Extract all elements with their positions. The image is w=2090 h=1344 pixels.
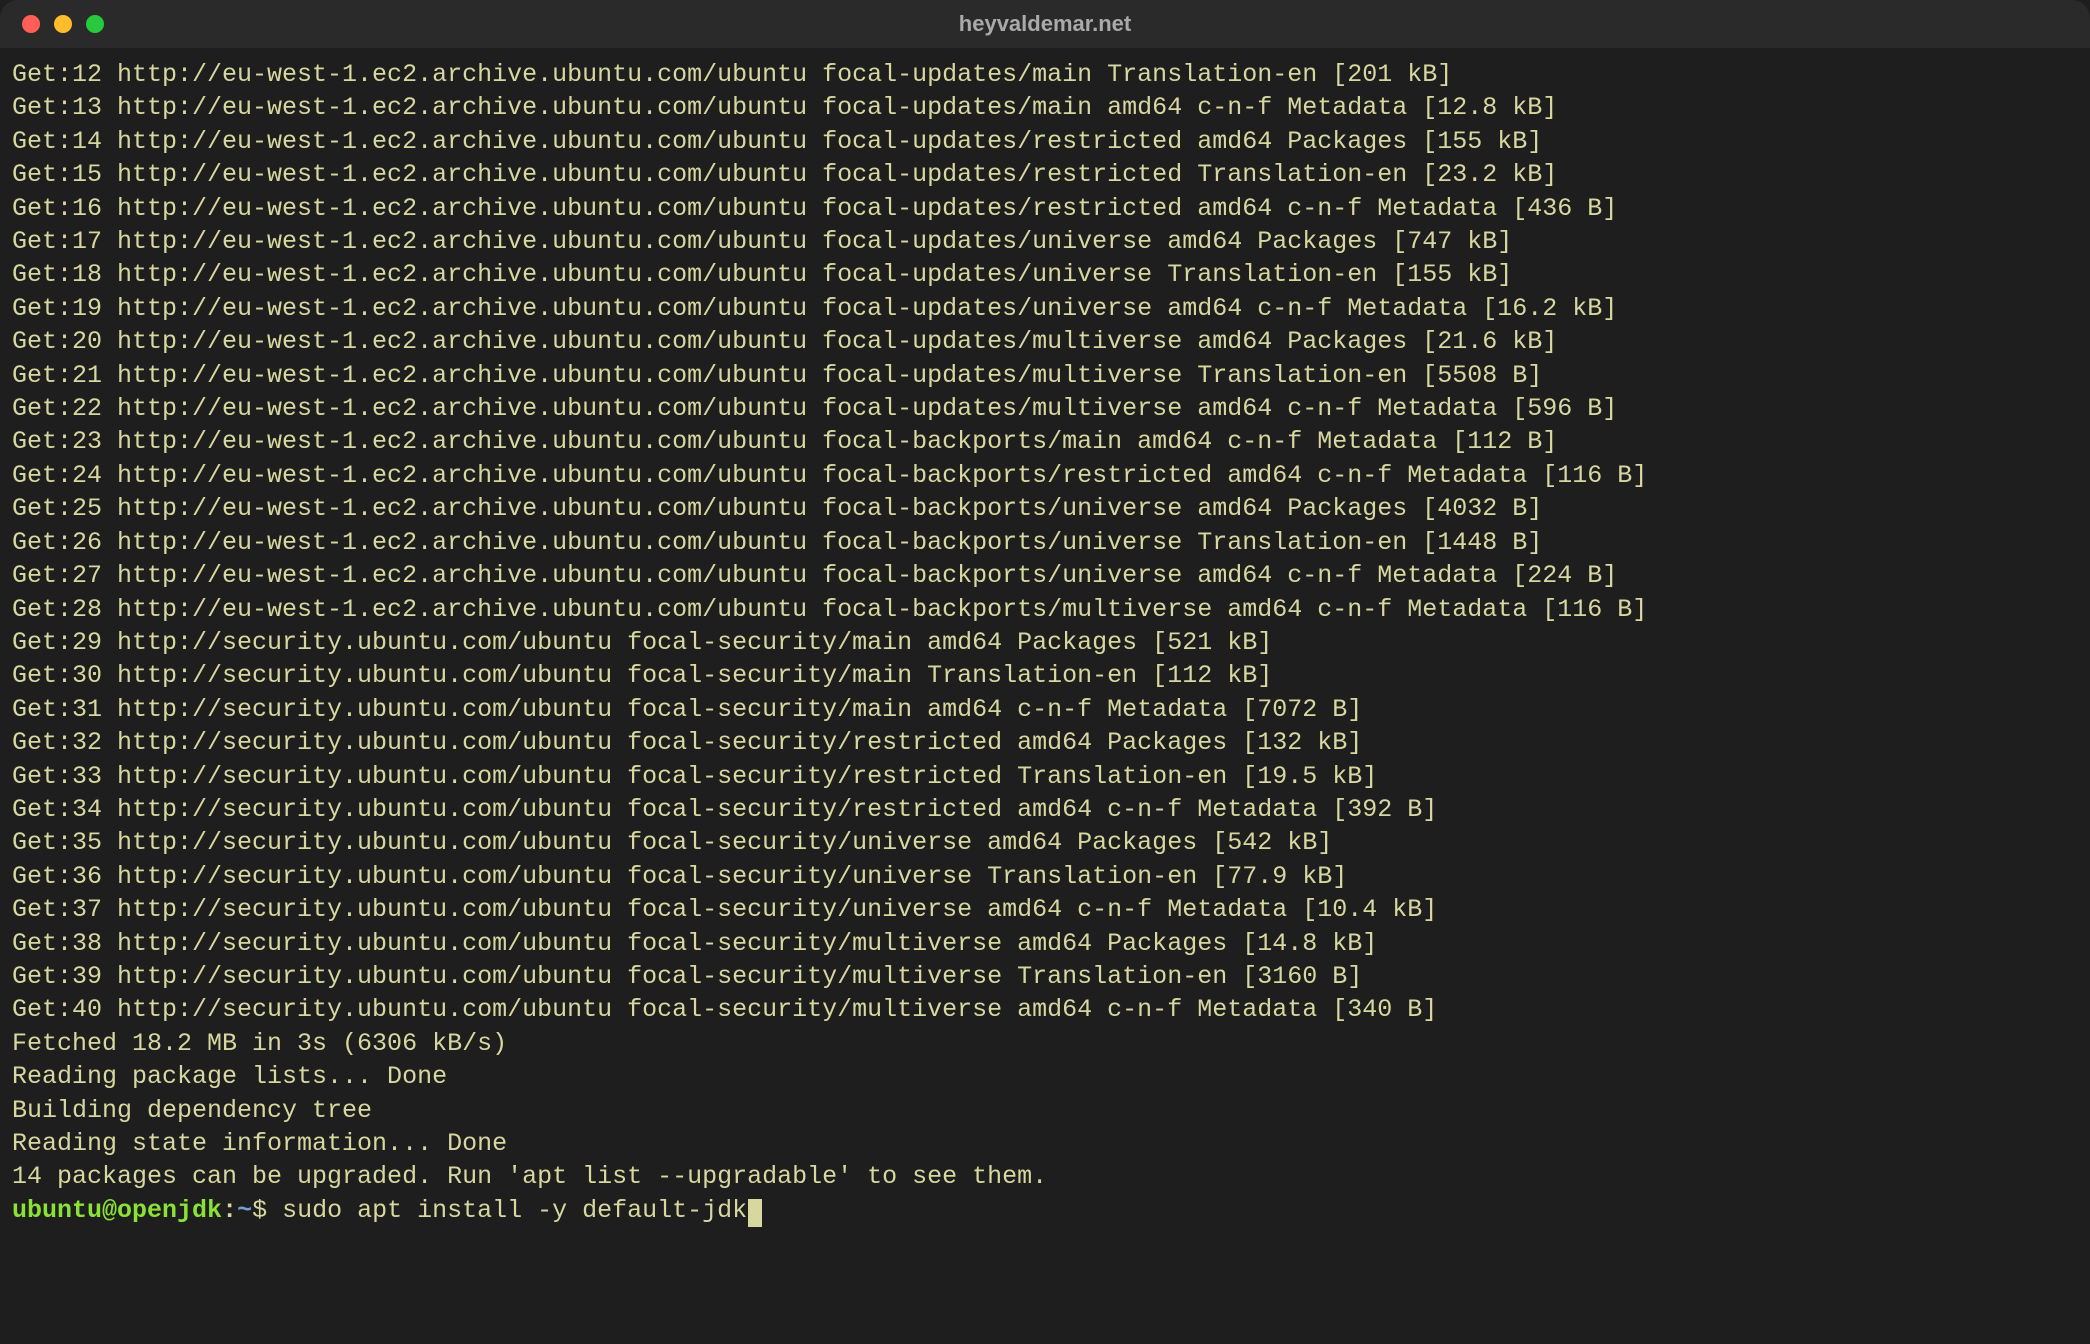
output-line: Fetched 18.2 MB in 3s (6306 kB/s) bbox=[12, 1027, 2078, 1060]
output-line: Get:22 http://eu-west-1.ec2.archive.ubun… bbox=[12, 392, 2078, 425]
output-line: Get:20 http://eu-west-1.ec2.archive.ubun… bbox=[12, 325, 2078, 358]
output-line: Get:21 http://eu-west-1.ec2.archive.ubun… bbox=[12, 359, 2078, 392]
output-line: Get:25 http://eu-west-1.ec2.archive.ubun… bbox=[12, 492, 2078, 525]
output-line: Get:28 http://eu-west-1.ec2.archive.ubun… bbox=[12, 593, 2078, 626]
output-line: Get:15 http://eu-west-1.ec2.archive.ubun… bbox=[12, 158, 2078, 191]
close-icon[interactable] bbox=[22, 15, 40, 33]
output-line: Get:23 http://eu-west-1.ec2.archive.ubun… bbox=[12, 425, 2078, 458]
terminal-output[interactable]: Get:12 http://eu-west-1.ec2.archive.ubun… bbox=[0, 48, 2090, 1239]
output-line: Get:36 http://security.ubuntu.com/ubuntu… bbox=[12, 860, 2078, 893]
titlebar: heyvaldemar.net bbox=[0, 0, 2090, 48]
output-line: Get:26 http://eu-west-1.ec2.archive.ubun… bbox=[12, 526, 2078, 559]
output-line: Building dependency tree bbox=[12, 1094, 2078, 1127]
prompt-line[interactable]: ubuntu@openjdk:~$ sudo apt install -y de… bbox=[12, 1194, 2078, 1227]
output-line: Get:29 http://security.ubuntu.com/ubuntu… bbox=[12, 626, 2078, 659]
output-line: Get:16 http://eu-west-1.ec2.archive.ubun… bbox=[12, 192, 2078, 225]
cursor-icon bbox=[748, 1199, 762, 1227]
maximize-icon[interactable] bbox=[86, 15, 104, 33]
output-line: Reading package lists... Done bbox=[12, 1060, 2078, 1093]
output-line: Reading state information... Done bbox=[12, 1127, 2078, 1160]
output-line: Get:32 http://security.ubuntu.com/ubuntu… bbox=[12, 726, 2078, 759]
output-line: Get:13 http://eu-west-1.ec2.archive.ubun… bbox=[12, 91, 2078, 124]
output-line: Get:24 http://eu-west-1.ec2.archive.ubun… bbox=[12, 459, 2078, 492]
output-line: Get:17 http://eu-west-1.ec2.archive.ubun… bbox=[12, 225, 2078, 258]
output-line: Get:40 http://security.ubuntu.com/ubuntu… bbox=[12, 993, 2078, 1026]
prompt-path: ~ bbox=[237, 1196, 252, 1225]
prompt-at: @ bbox=[102, 1196, 117, 1225]
output-line: Get:30 http://security.ubuntu.com/ubuntu… bbox=[12, 659, 2078, 692]
prompt-host: openjdk bbox=[117, 1196, 222, 1225]
window-controls bbox=[0, 15, 104, 33]
output-line: Get:34 http://security.ubuntu.com/ubuntu… bbox=[12, 793, 2078, 826]
command-input[interactable]: sudo apt install -y default-jdk bbox=[282, 1196, 747, 1225]
output-line: Get:38 http://security.ubuntu.com/ubuntu… bbox=[12, 927, 2078, 960]
output-line: Get:12 http://eu-west-1.ec2.archive.ubun… bbox=[12, 58, 2078, 91]
terminal-window: heyvaldemar.net Get:12 http://eu-west-1.… bbox=[0, 0, 2090, 1344]
output-line: Get:19 http://eu-west-1.ec2.archive.ubun… bbox=[12, 292, 2078, 325]
prompt-colon: : bbox=[222, 1196, 237, 1225]
output-line: 14 packages can be upgraded. Run 'apt li… bbox=[12, 1160, 2078, 1193]
output-line: Get:39 http://security.ubuntu.com/ubuntu… bbox=[12, 960, 2078, 993]
output-line: Get:31 http://security.ubuntu.com/ubuntu… bbox=[12, 693, 2078, 726]
output-line: Get:27 http://eu-west-1.ec2.archive.ubun… bbox=[12, 559, 2078, 592]
output-line: Get:14 http://eu-west-1.ec2.archive.ubun… bbox=[12, 125, 2078, 158]
output-line: Get:35 http://security.ubuntu.com/ubuntu… bbox=[12, 826, 2078, 859]
prompt-dollar: $ bbox=[252, 1196, 282, 1225]
prompt-user: ubuntu bbox=[12, 1196, 102, 1225]
output-line: Get:33 http://security.ubuntu.com/ubuntu… bbox=[12, 760, 2078, 793]
output-line: Get:18 http://eu-west-1.ec2.archive.ubun… bbox=[12, 258, 2078, 291]
window-title: heyvaldemar.net bbox=[0, 11, 2090, 37]
output-line: Get:37 http://security.ubuntu.com/ubuntu… bbox=[12, 893, 2078, 926]
minimize-icon[interactable] bbox=[54, 15, 72, 33]
